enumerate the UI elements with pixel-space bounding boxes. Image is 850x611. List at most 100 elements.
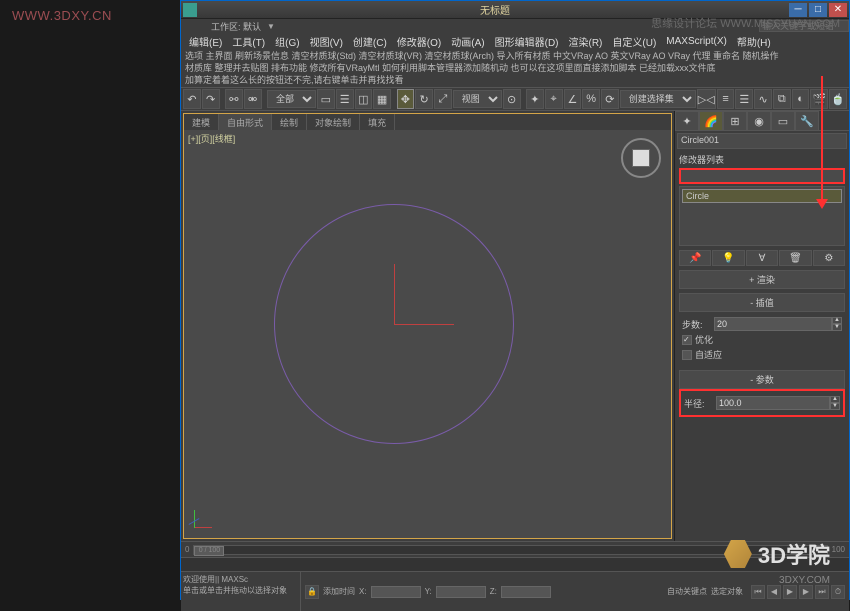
menu-group[interactable]: 组(G) <box>271 34 303 49</box>
named-selection[interactable]: 创建选择集 <box>620 90 696 108</box>
viewcube[interactable] <box>621 138 661 178</box>
z-input[interactable] <box>501 586 551 598</box>
play-button[interactable]: ▶ <box>783 585 797 599</box>
spinner-snap[interactable]: ⟳ <box>601 89 619 109</box>
prev-frame[interactable]: ◀ <box>767 585 781 599</box>
time-config[interactable]: ⏱ <box>831 585 845 599</box>
viewport-label[interactable]: [+][页][线框] <box>188 132 235 145</box>
steps-label: 步数: <box>682 318 712 331</box>
unique-button[interactable]: ∀ <box>746 250 778 266</box>
tab-modeling[interactable]: 建模 <box>184 114 219 130</box>
command-panel: ✦ 🌈 ⊞ ◉ ▭ 🔧 Circle001 修改器列表 Circle 📌 💡 ∀… <box>674 111 849 541</box>
main-toolbar: ↶ ↷ ⚯ ⚮ 全部 ▭ ☰ ◫ ▦ ✥ ↻ ⤢ 视图 ⊙ ✦ ⌖ ∠ % ⟳ … <box>181 87 849 111</box>
sellock-dropdown[interactable]: 选定对象 <box>711 586 743 597</box>
window-crossing-button[interactable]: ▦ <box>373 89 391 109</box>
menu-maxscript[interactable]: MAXScript(X) <box>662 36 731 47</box>
menu-customize[interactable]: 自定义(U) <box>608 34 660 49</box>
menu-create[interactable]: 创建(C) <box>349 34 391 49</box>
tab-motion[interactable]: ◉ <box>747 111 771 131</box>
snap-toggle[interactable]: ⌖ <box>545 89 563 109</box>
scale-button[interactable]: ⤢ <box>434 89 452 109</box>
workspace-label: 工作区: 默认 <box>211 20 261 33</box>
configure-button[interactable]: ⚙ <box>813 250 845 266</box>
menu-modifiers[interactable]: 修改器(O) <box>393 34 445 49</box>
menu-tools[interactable]: 工具(T) <box>228 34 269 49</box>
manipulate-button[interactable]: ✦ <box>526 89 544 109</box>
tab-modify[interactable]: 🌈 <box>699 111 723 131</box>
next-frame[interactable]: ▶ <box>799 585 813 599</box>
radius-input[interactable] <box>716 396 830 410</box>
align-button[interactable]: ≡ <box>717 89 735 109</box>
show-result-button[interactable]: 💡 <box>712 250 744 266</box>
unlink-button[interactable]: ⚮ <box>244 89 262 109</box>
tab-object-paint[interactable]: 对象绘制 <box>307 114 360 130</box>
radius-down[interactable]: ▼ <box>830 403 840 410</box>
app-icon[interactable] <box>183 3 197 17</box>
steps-down[interactable]: ▼ <box>832 324 842 331</box>
redo-button[interactable]: ↷ <box>202 89 220 109</box>
optimize-checkbox[interactable] <box>682 335 692 345</box>
pivot-button[interactable]: ⊙ <box>503 89 521 109</box>
axis-x <box>394 324 454 325</box>
tab-populate[interactable]: 填充 <box>360 114 395 130</box>
steps-input[interactable] <box>714 317 832 331</box>
undo-button[interactable]: ↶ <box>183 89 201 109</box>
select-region-button[interactable]: ◫ <box>355 89 373 109</box>
tab-display[interactable]: ▭ <box>771 111 795 131</box>
tab-freeform[interactable]: 自由形式 <box>219 114 272 130</box>
percent-snap[interactable]: % <box>582 89 600 109</box>
mirror-button[interactable]: ▷◁ <box>697 89 716 109</box>
layer-button[interactable]: ☰ <box>735 89 753 109</box>
optimize-label: 优化 <box>695 333 713 346</box>
link-button[interactable]: ⚯ <box>225 89 243 109</box>
steps-up[interactable]: ▲ <box>832 317 842 324</box>
tab-create[interactable]: ✦ <box>675 111 699 131</box>
viewport[interactable]: 建模 自由形式 绘制 对象绘制 填充 [+][页][线框] <box>183 113 672 539</box>
render-button[interactable]: 🍵 <box>829 89 847 109</box>
steps-spinner[interactable]: ▲▼ <box>714 317 842 331</box>
menu-help[interactable]: 帮助(H) <box>733 34 775 49</box>
move-button[interactable]: ✥ <box>397 89 415 109</box>
schematic-button[interactable]: ⧉ <box>773 89 791 109</box>
x-input[interactable] <box>371 586 421 598</box>
tab-hierarchy[interactable]: ⊞ <box>723 111 747 131</box>
menu-graph[interactable]: 图形编辑器(D) <box>491 34 563 49</box>
y-input[interactable] <box>436 586 486 598</box>
autokey-button[interactable]: 自动关键点 <box>667 586 707 597</box>
angle-snap[interactable]: ∠ <box>564 89 582 109</box>
menu-edit[interactable]: 编辑(E) <box>185 34 226 49</box>
material-editor-button[interactable]: ◐ <box>792 89 810 109</box>
select-button[interactable]: ▭ <box>317 89 335 109</box>
remove-mod-button[interactable]: 🗑 <box>779 250 811 266</box>
selection-filter[interactable]: 全部 <box>267 90 316 108</box>
tab-paint[interactable]: 绘制 <box>272 114 307 130</box>
tab-utilities[interactable]: 🔧 <box>795 111 819 131</box>
rollout-render-header[interactable]: + 渲染 <box>679 270 845 289</box>
render-setup-button[interactable]: 🎬 <box>810 89 828 109</box>
rollout-params-header[interactable]: - 参数 <box>679 370 845 389</box>
adaptive-checkbox[interactable] <box>682 350 692 360</box>
script-row-1[interactable]: 选项 主界面 刷新场景信息 清空材质球(Std) 清空材质球(VR) 清空材质球… <box>185 50 845 62</box>
time-handle[interactable]: 0 / 100 <box>194 546 224 556</box>
menu-views[interactable]: 视图(V) <box>306 34 347 49</box>
radius-up[interactable]: ▲ <box>830 396 840 403</box>
radius-label: 半径: <box>684 397 714 410</box>
menubar: 编辑(E) 工具(T) 组(G) 视图(V) 创建(C) 修改器(O) 动画(A… <box>181 33 849 49</box>
menu-animation[interactable]: 动画(A) <box>447 34 488 49</box>
script-row-3[interactable]: 加算定着着这么长的按钮还不完,请右键单击并再找找看 <box>185 74 845 86</box>
curve-editor-button[interactable]: ∿ <box>754 89 772 109</box>
lock-selection[interactable]: 🔒 <box>305 585 319 599</box>
goto-start[interactable]: ⏮ <box>751 585 765 599</box>
select-name-button[interactable]: ☰ <box>336 89 354 109</box>
workspace-dropdown[interactable]: ▼ <box>267 22 275 31</box>
goto-end[interactable]: ⏭ <box>815 585 829 599</box>
script-row-2[interactable]: 材质库 整理并去贴图 排布功能 修改所有VRayMtl 如何利用脚本管理器添加随… <box>185 62 845 74</box>
menu-render[interactable]: 渲染(R) <box>565 34 607 49</box>
pin-stack-button[interactable]: 📌 <box>679 250 711 266</box>
rotate-button[interactable]: ↻ <box>415 89 433 109</box>
radius-spinner[interactable]: ▲▼ <box>716 396 840 410</box>
axis-y <box>394 264 395 324</box>
prompt-text: 单击或单击并拖动以选择对象 <box>183 585 298 596</box>
ref-coord-system[interactable]: 视图 <box>453 90 502 108</box>
rollout-interp-header[interactable]: - 插值 <box>679 293 845 312</box>
